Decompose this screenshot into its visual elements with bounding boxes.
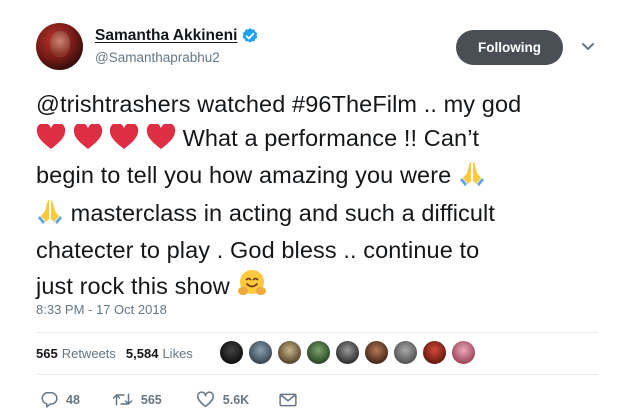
likes-stat[interactable]: 5,584 Likes bbox=[126, 346, 193, 361]
tweet-line: What a performance !! Can’t bbox=[36, 122, 596, 160]
red-heart-icon bbox=[73, 122, 103, 160]
following-button[interactable]: Following bbox=[456, 30, 563, 65]
tweet-line: begin to tell you how amazing you were bbox=[36, 159, 596, 197]
retweets-count: 565 bbox=[36, 346, 58, 361]
tweet-line: chatecter to play . God bless .. continu… bbox=[36, 234, 596, 268]
liker-avatar[interactable] bbox=[277, 340, 302, 365]
reply-count: 48 bbox=[66, 392, 80, 407]
liker-avatar[interactable] bbox=[422, 340, 447, 365]
likes-count: 5,584 bbox=[125, 346, 159, 361]
tweet-text: @trishtrashers watched #96TheFilm .. my … bbox=[36, 88, 596, 307]
retweet-icon bbox=[112, 393, 133, 406]
tweet-line-text: just rock this show bbox=[36, 272, 230, 299]
likes-label: Likes bbox=[162, 346, 193, 361]
liker-avatar[interactable] bbox=[451, 340, 476, 365]
tweet-line-text: chatecter to play . God bless .. continu… bbox=[36, 237, 480, 263]
author-name-row[interactable]: Samantha Akkineni bbox=[95, 27, 259, 45]
tweet-line-text: What a performance !! Can’t bbox=[182, 124, 480, 151]
heart-icon bbox=[196, 391, 214, 408]
reply-icon bbox=[41, 392, 58, 408]
folded-hands-icon bbox=[36, 197, 64, 235]
tweet-line: masterclass in acting and such a difficu… bbox=[36, 197, 596, 235]
display-name[interactable]: Samantha Akkineni bbox=[95, 27, 237, 45]
tweet-actions: 48 565 5.6K bbox=[36, 391, 305, 408]
liker-avatar[interactable] bbox=[393, 340, 418, 365]
tweet-line-text: masterclass in acting and such a difficu… bbox=[70, 199, 496, 226]
hugging-face-icon bbox=[237, 268, 267, 308]
tweet-line: @trishtrashers watched #96TheFilm .. my … bbox=[36, 88, 596, 122]
red-heart-icon bbox=[109, 122, 139, 160]
chevron-down-icon[interactable] bbox=[581, 42, 595, 52]
tweet-stats: 565 Retweets 5,584 Likes bbox=[36, 346, 203, 361]
retweets-label: Retweets bbox=[61, 346, 116, 361]
red-heart-icon bbox=[36, 122, 66, 160]
divider bbox=[36, 374, 598, 375]
liker-avatar[interactable] bbox=[335, 340, 360, 365]
envelope-icon bbox=[279, 393, 297, 406]
red-heart-icon bbox=[146, 122, 176, 160]
likers-avatars bbox=[219, 340, 480, 365]
direct-message-button[interactable] bbox=[279, 393, 305, 407]
retweets-stat[interactable]: 565 Retweets bbox=[36, 346, 116, 361]
retweet-button[interactable]: 565 bbox=[112, 392, 162, 407]
avatar[interactable] bbox=[36, 23, 83, 70]
folded-hands-icon bbox=[458, 159, 486, 197]
tweet-line-text: begin to tell you how amazing you were bbox=[36, 162, 452, 188]
liker-avatar[interactable] bbox=[219, 340, 244, 365]
retweet-count: 565 bbox=[140, 392, 162, 407]
like-button[interactable]: 5.6K bbox=[196, 391, 249, 408]
tweet-line-text[interactable]: @trishtrashers watched #96TheFilm .. my … bbox=[36, 91, 521, 117]
liker-avatar[interactable] bbox=[364, 340, 389, 365]
like-count: 5.6K bbox=[222, 392, 250, 407]
tweet-timestamp[interactable]: 8:33 PM - 17 Oct 2018 bbox=[36, 302, 167, 317]
reply-button[interactable]: 48 bbox=[40, 391, 80, 408]
verified-badge-icon bbox=[241, 27, 259, 45]
liker-avatar[interactable] bbox=[306, 340, 331, 365]
divider bbox=[36, 332, 598, 333]
handle[interactable]: @Samanthaprabhu2 bbox=[95, 50, 220, 65]
liker-avatar[interactable] bbox=[248, 340, 273, 365]
